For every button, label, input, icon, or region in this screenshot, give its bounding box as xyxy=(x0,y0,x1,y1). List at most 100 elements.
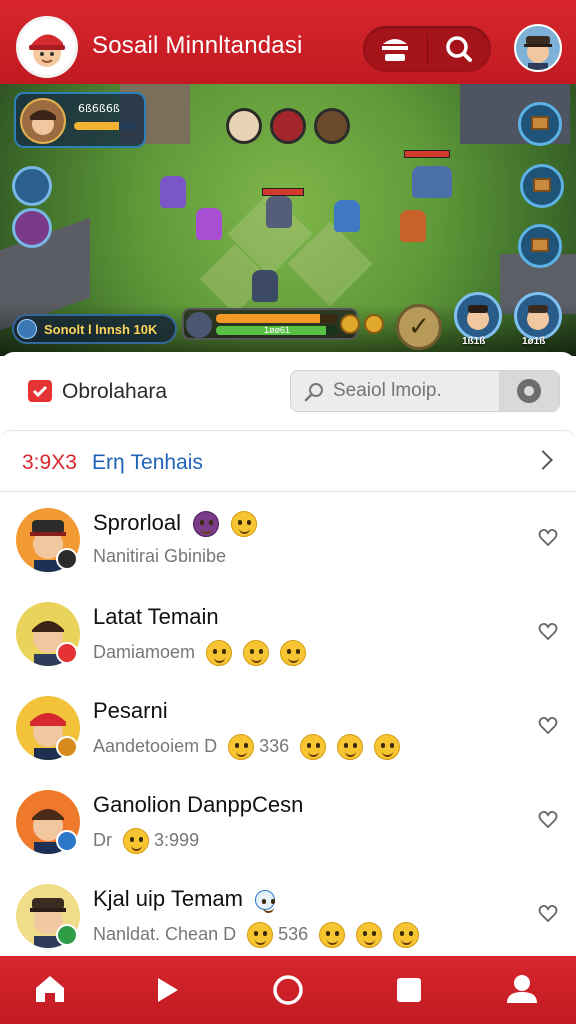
emoji-icon xyxy=(243,640,270,666)
chat-preview-number: 336 xyxy=(259,735,290,756)
chat-list-item[interactable]: Sprorloal Nanitirai Gbinibe xyxy=(0,498,576,592)
emoji-icon xyxy=(123,828,150,854)
emoji-icon xyxy=(255,890,276,914)
hero-portrait xyxy=(20,98,66,144)
nav-profile[interactable] xyxy=(482,956,562,1024)
search-input[interactable] xyxy=(333,371,493,411)
chest-button[interactable] xyxy=(518,224,562,268)
chest-button[interactable] xyxy=(518,102,562,146)
heart-icon[interactable] xyxy=(538,528,558,548)
game-unit xyxy=(196,208,222,240)
chat-preview: Nanldat. Chean D 536 xyxy=(93,922,420,948)
heart-icon[interactable] xyxy=(538,622,558,642)
menu-button[interactable] xyxy=(363,26,427,72)
square-icon xyxy=(397,978,421,1002)
bottom-nav xyxy=(0,956,576,1024)
heart-icon[interactable] xyxy=(538,716,558,736)
game-unit xyxy=(266,196,292,228)
section-count: 3:9X3 xyxy=(22,451,77,474)
chat-icon xyxy=(28,380,52,402)
player-avatar[interactable] xyxy=(454,292,502,340)
game-unit xyxy=(412,166,452,198)
app-header: Sosail Minnltandasi xyxy=(0,0,576,84)
enemy-health-bar xyxy=(404,150,450,158)
status-badge xyxy=(56,830,78,852)
chat-preview-text: Aandetooiem D xyxy=(93,735,218,756)
home-icon xyxy=(36,976,64,1002)
emoji-icon xyxy=(356,922,383,948)
chest-icon xyxy=(531,238,549,252)
chat-preview-text: Damiamoem xyxy=(93,641,196,662)
chat-preview-number: 536 xyxy=(278,923,309,944)
friends-section-row[interactable]: 3:9X3 Erη Tenhais xyxy=(0,430,576,492)
play-icon xyxy=(158,978,178,1002)
emoji-icon xyxy=(228,734,255,760)
search-submit-button[interactable] xyxy=(499,371,559,411)
hero-progress-fill xyxy=(74,122,119,130)
section-label: Erη Tenhais xyxy=(92,451,203,474)
sword-icon[interactable] xyxy=(270,108,306,144)
chat-preview: Aandetooiem D 336 xyxy=(93,734,401,760)
chat-preview: Damiamoem xyxy=(93,640,307,666)
player-avatar[interactable] xyxy=(514,292,562,340)
emoji-icon xyxy=(193,511,220,538)
nav-play[interactable] xyxy=(126,956,206,1024)
skill-button[interactable] xyxy=(12,166,52,206)
chat-name: Pesarni xyxy=(93,698,168,723)
chat-name-text: Sprorloal xyxy=(93,510,182,535)
chat-list-item[interactable]: Kjal uip Temam Nanldat. Chean D 536 xyxy=(0,874,576,968)
chevron-right-icon xyxy=(533,450,553,470)
menu-icon xyxy=(382,39,408,61)
hero-card[interactable]: 6ß6ß6ß xyxy=(14,92,146,148)
hero-progress xyxy=(74,122,138,130)
gem-icon xyxy=(17,319,37,339)
search-icon xyxy=(304,383,323,402)
emoji-icon xyxy=(206,640,233,666)
bar-label: 1øø61 xyxy=(264,325,291,335)
status-badge xyxy=(56,642,78,664)
enemy-portrait-icon[interactable] xyxy=(226,108,262,144)
game-unit xyxy=(160,176,186,208)
chat-name: Ganolion DanppCesn xyxy=(93,792,304,817)
nav-record[interactable] xyxy=(248,956,328,1024)
chat-list-item[interactable]: Ganolion DanppCesn Dr 3:999 xyxy=(0,780,576,874)
player-score: 1ø1ß xyxy=(522,336,546,347)
status-badge xyxy=(56,924,78,946)
character-logo[interactable] xyxy=(16,16,78,78)
shield-icon[interactable] xyxy=(314,108,350,144)
score-chip[interactable]: Sonolt l lnnsh 10K xyxy=(12,314,177,344)
chat-list-item[interactable]: Latat Temain Damiamoem xyxy=(0,592,576,686)
emoji-icon xyxy=(319,922,346,948)
chat-title: Obrolahara xyxy=(62,380,168,403)
hero-name: 6ß6ß6ß xyxy=(78,102,120,115)
check-icon[interactable]: ✓ xyxy=(396,304,442,350)
potion-button[interactable] xyxy=(12,208,52,248)
header-action-pill xyxy=(363,26,491,72)
chat-panel: Obrolahara 3:9X3 Erη Tenhais Sprorloal N… xyxy=(0,352,576,956)
search-go-icon xyxy=(517,379,541,403)
orange-bar-fill xyxy=(216,314,320,323)
emoji-icon xyxy=(300,734,327,760)
game-banner[interactable]: 6ß6ß6ß Sonolt l lnnsh 10K 1øø61 ✓ 1ß1ß 1… xyxy=(0,84,576,356)
emoji-icon xyxy=(231,511,258,538)
stone-icon xyxy=(186,312,212,338)
chat-list-item[interactable]: Pesarni Aandetooiem D 336 xyxy=(0,686,576,780)
heart-icon[interactable] xyxy=(538,810,558,830)
chat-preview-number: 3:999 xyxy=(154,829,200,850)
emoji-icon xyxy=(374,734,401,760)
search-button[interactable] xyxy=(427,26,491,72)
heart-icon[interactable] xyxy=(538,904,558,924)
search-icon xyxy=(446,36,472,62)
chest-icon xyxy=(531,116,549,130)
record-icon xyxy=(273,975,303,1005)
chest-button[interactable] xyxy=(520,164,564,208)
chat-name: Sprorloal xyxy=(93,510,258,538)
profile-avatar[interactable] xyxy=(514,24,562,72)
emoji-icon xyxy=(393,922,420,948)
chat-name-text: Kjal uip Temam xyxy=(93,886,243,911)
profile-icon xyxy=(507,975,537,1003)
nav-square[interactable] xyxy=(368,956,448,1024)
chat-preview-text: Dr xyxy=(93,829,112,850)
nav-home[interactable] xyxy=(10,956,90,1024)
game-unit xyxy=(334,200,360,232)
